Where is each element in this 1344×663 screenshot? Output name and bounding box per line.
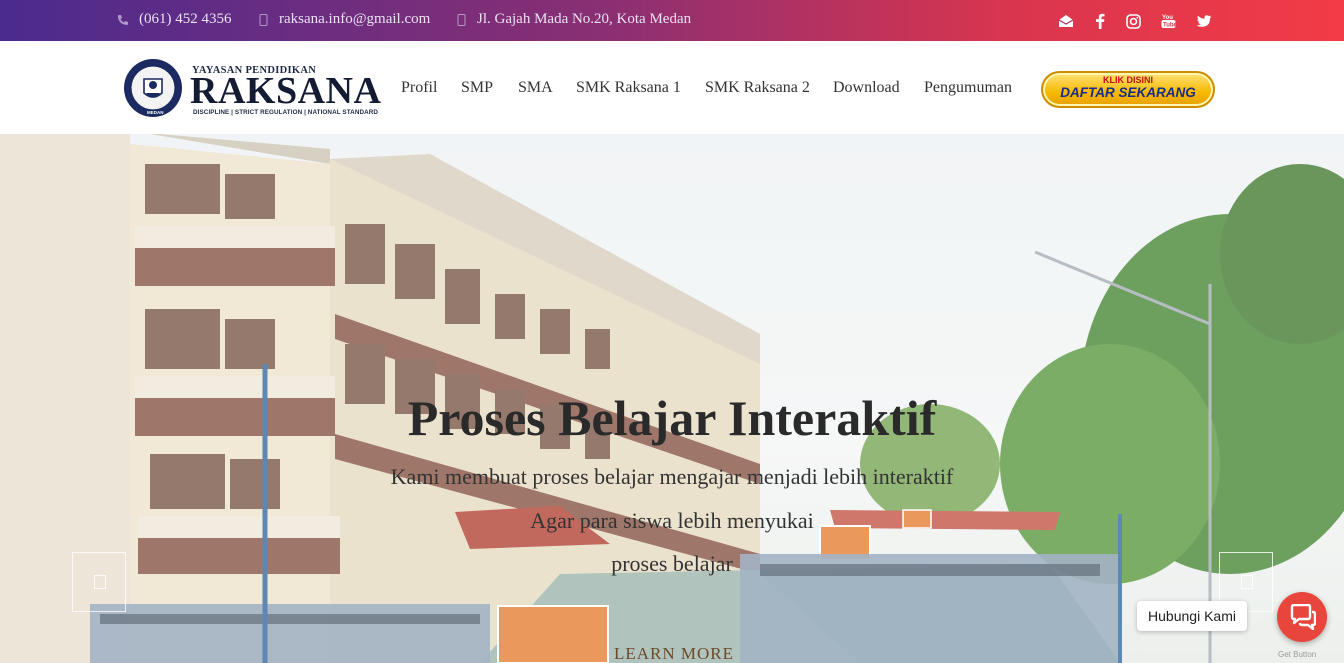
raksana-logo[interactable]: MEDAN YAYASAN PENDIDIKAN RAKSANA DISCIPL… bbox=[122, 57, 381, 119]
nav-item-sma[interactable]: SMA bbox=[518, 79, 553, 97]
nav-item-smk-raksana-2[interactable]: SMK Raksana 2 bbox=[705, 79, 810, 97]
contact-phone: (061) 452 4356 bbox=[117, 11, 232, 28]
svg-text:Tube: Tube bbox=[1163, 23, 1176, 29]
nav-item-profil[interactable]: Profil bbox=[401, 79, 437, 97]
youtube-icon[interactable]: You Tube bbox=[1158, 11, 1178, 31]
envelope-open-icon[interactable] bbox=[1056, 11, 1076, 31]
email-text[interactable]: raksana.info@gmail.com bbox=[279, 11, 430, 28]
phone-text: (061) 452 4356 bbox=[139, 11, 232, 27]
chevron-left-icon bbox=[94, 575, 106, 589]
chevron-right-icon bbox=[1241, 575, 1253, 589]
hubungi-kami-label[interactable]: Hubungi Kami bbox=[1137, 601, 1247, 631]
learn-more-button[interactable]: LEARN MORE bbox=[614, 644, 734, 663]
chat-button[interactable] bbox=[1277, 592, 1327, 642]
slide-text-line-1: Kami membuat proses belajar mengajar men… bbox=[390, 464, 954, 489]
slide-text-line-3: proses belajar bbox=[611, 551, 733, 576]
location-icon bbox=[455, 13, 467, 26]
contact-email[interactable]: raksana.info@gmail.com bbox=[257, 11, 430, 28]
nav-item-smp[interactable]: SMP bbox=[461, 79, 493, 97]
logo-main-text: RAKSANA bbox=[190, 70, 382, 112]
mobile-icon bbox=[257, 13, 269, 26]
get-button-credit[interactable]: Get Button bbox=[1278, 650, 1316, 659]
phone-icon bbox=[117, 13, 129, 26]
nav-item-smk-raksana-1[interactable]: SMK Raksana 1 bbox=[576, 79, 681, 97]
cta-small-text: KLIK DISINI bbox=[1102, 75, 1153, 85]
daftar-sekarang-button[interactable]: KLIK DISINI DAFTAR SEKARANG bbox=[1041, 71, 1215, 108]
slide-text-line-2: Agar para siswa lebih menyukai bbox=[530, 508, 814, 533]
instagram-icon[interactable] bbox=[1123, 11, 1143, 31]
hero-slider: Proses Belajar Interaktif Kami membuat p… bbox=[0, 134, 1344, 663]
facebook-icon[interactable] bbox=[1090, 11, 1110, 31]
logo-tagline: DISCIPLINE | STRICT REGULATION | NATIONA… bbox=[193, 109, 379, 116]
nav-item-download[interactable]: Download bbox=[833, 79, 900, 97]
twitter-icon[interactable] bbox=[1194, 11, 1214, 31]
svg-text:MEDAN: MEDAN bbox=[147, 110, 164, 115]
top-bar: (061) 452 4356 raksana.info@gmail.com Jl… bbox=[0, 0, 1344, 41]
address-text: Jl. Gajah Mada No.20, Kota Medan bbox=[477, 11, 692, 27]
nav-item-pengumuman[interactable]: Pengumuman bbox=[924, 79, 1012, 97]
slide-title: Proses Belajar Interaktif bbox=[407, 390, 937, 446]
slider-prev-button[interactable] bbox=[72, 552, 126, 612]
contact-address: Jl. Gajah Mada No.20, Kota Medan bbox=[455, 11, 691, 28]
school-emblem-icon: MEDAN bbox=[124, 59, 182, 117]
cta-main-text: DAFTAR SEKARANG bbox=[1060, 85, 1196, 100]
chat-bubble-icon bbox=[1290, 604, 1316, 630]
